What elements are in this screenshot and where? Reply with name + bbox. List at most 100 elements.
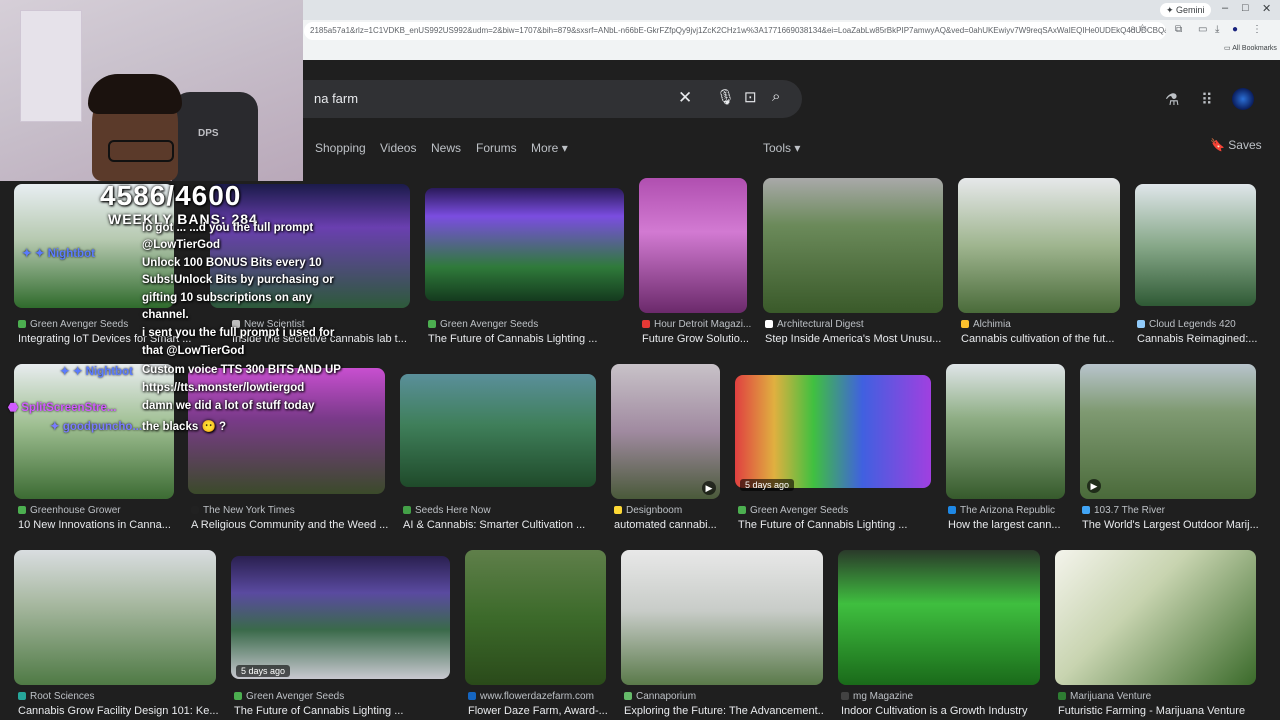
result-source[interactable]: Cannaporium xyxy=(624,691,696,702)
result-image[interactable] xyxy=(400,374,596,487)
result-title[interactable]: Flower Daze Farm, Award-... xyxy=(468,705,608,717)
source-favicon-icon xyxy=(18,320,26,328)
tab-shopping[interactable]: Shopping xyxy=(315,141,366,155)
result-title[interactable]: Exploring the Future: The Advancement... xyxy=(624,705,824,717)
saves-button[interactable]: 🔖 Saves xyxy=(1210,138,1262,152)
result-image[interactable] xyxy=(1055,550,1256,685)
result-image[interactable] xyxy=(958,178,1120,313)
chat-message: i sent you the full prompt i used for xyxy=(142,327,335,339)
result-image[interactable] xyxy=(838,550,1040,685)
chat-username: ✦ ✦ Nightbot xyxy=(60,366,133,378)
lens-icon[interactable]: ⊡ xyxy=(744,88,757,106)
download-icon[interactable]: ⤓ xyxy=(1215,24,1219,35)
tab-forums[interactable]: Forums xyxy=(476,141,517,155)
result-image[interactable] xyxy=(1080,364,1256,499)
menu-kebab-icon[interactable]: ⋮ xyxy=(1252,24,1262,35)
result-source[interactable]: mg Magazine xyxy=(841,691,913,702)
chat-message: Custom voice TTS 300 BITS AND UP xyxy=(142,364,341,376)
close-window-button[interactable]: ✕ xyxy=(1262,2,1271,15)
result-source[interactable]: Designboom xyxy=(614,505,682,516)
address-bar-icons[interactable]: ⌕ ☆ xyxy=(1130,23,1147,34)
extensions-icon[interactable]: ⧉ xyxy=(1175,24,1182,35)
labs-flask-icon[interactable]: ⚗ xyxy=(1165,90,1179,110)
chat-username: ✦ goodpuncho... xyxy=(50,421,143,433)
result-image[interactable] xyxy=(735,375,931,488)
result-source[interactable]: Seeds Here Now xyxy=(403,505,491,516)
tab-more[interactable]: More ▾ xyxy=(531,141,568,155)
result-source[interactable]: www.flowerdazefarm.com xyxy=(468,691,594,702)
result-source[interactable]: Alchimia xyxy=(961,319,1011,330)
search-query-text[interactable]: na farm xyxy=(314,91,358,106)
result-source[interactable]: The Arizona Republic xyxy=(948,505,1055,516)
chat-username-text: Nightbot xyxy=(47,248,95,260)
source-favicon-icon xyxy=(624,692,632,700)
tab-news[interactable]: News xyxy=(431,141,461,155)
result-image[interactable] xyxy=(639,178,747,313)
result-title[interactable]: Cannabis cultivation of the fut... xyxy=(961,333,1121,345)
result-title[interactable]: Future Grow Solutio... xyxy=(642,333,750,345)
apps-grid-icon[interactable]: ⠿ xyxy=(1201,90,1213,110)
all-bookmarks-link[interactable]: ▭ All Bookmarks xyxy=(1224,44,1277,52)
gemini-button[interactable]: ✦ Gemini xyxy=(1160,3,1211,17)
source-favicon-icon xyxy=(961,320,969,328)
source-favicon-icon xyxy=(765,320,773,328)
result-title[interactable]: A Religious Community and the Weed ... xyxy=(191,519,391,531)
result-title[interactable]: Cannabis Grow Facility Design 101: Ke... xyxy=(18,705,218,717)
result-title[interactable]: automated cannabi... xyxy=(614,519,722,531)
result-source[interactable]: Greenhouse Grower xyxy=(18,505,121,516)
result-source[interactable]: 103.7 The River xyxy=(1082,505,1165,516)
result-title[interactable]: The Future of Cannabis Lighting ... xyxy=(428,333,624,345)
result-title[interactable]: The Future of Cannabis Lighting ... xyxy=(234,705,452,717)
account-avatar[interactable] xyxy=(1232,88,1254,110)
result-title[interactable]: AI & Cannabis: Smarter Cultivation ... xyxy=(403,519,599,531)
webcam-overlay: DPS xyxy=(0,0,303,181)
result-title[interactable]: How the largest cann... xyxy=(948,519,1068,531)
result-image[interactable] xyxy=(231,556,450,679)
chevron-down-icon: ▾ xyxy=(561,141,568,155)
tools-button[interactable]: Tools ▾ xyxy=(763,141,800,155)
result-image[interactable] xyxy=(465,550,606,685)
source-favicon-icon xyxy=(738,506,746,514)
search-icon[interactable]: ⌕ xyxy=(772,88,780,105)
chat-username-text: Nightbot xyxy=(85,366,133,378)
minimize-button[interactable]: – xyxy=(1222,2,1228,14)
result-image[interactable] xyxy=(611,364,720,499)
result-source[interactable]: The New York Times xyxy=(191,505,295,516)
result-source[interactable]: Green Avenger Seeds xyxy=(18,319,128,330)
result-title[interactable]: The World's Largest Outdoor Marij... xyxy=(1082,519,1258,531)
chat-message: gifting 10 subscriptions on any xyxy=(142,292,312,304)
result-image[interactable] xyxy=(14,550,216,685)
chat-message: lo got ... ...d you the full prompt xyxy=(142,222,314,234)
saves-label: Saves xyxy=(1228,138,1262,152)
result-source[interactable]: Marijuana Venture xyxy=(1058,691,1151,702)
result-image[interactable] xyxy=(425,188,624,301)
microphone-icon[interactable]: 🎙 xyxy=(716,88,735,106)
tab-videos[interactable]: Videos xyxy=(380,141,416,155)
result-image[interactable] xyxy=(763,178,943,313)
result-image[interactable] xyxy=(946,364,1065,499)
result-source[interactable]: Green Avenger Seeds xyxy=(738,505,848,516)
result-source[interactable]: Green Avenger Seeds xyxy=(428,319,538,330)
result-image[interactable] xyxy=(621,550,823,685)
search-box[interactable]: na farm ✕ 🎙 ⊡ ⌕ xyxy=(230,80,802,118)
maximize-button[interactable]: □ xyxy=(1242,2,1249,14)
sidepanel-icon[interactable]: ▭ xyxy=(1198,24,1207,35)
clear-search-icon[interactable]: ✕ xyxy=(678,88,692,108)
result-title[interactable]: Indoor Cultivation is a Growth Industry xyxy=(841,705,1041,717)
result-title[interactable]: The Future of Cannabis Lighting ... xyxy=(738,519,934,531)
result-source[interactable]: Architectural Digest xyxy=(765,319,864,330)
result-title[interactable]: Cannabis Reimagined:... xyxy=(1137,333,1257,345)
profile-icon[interactable]: ● xyxy=(1232,24,1238,35)
result-source[interactable]: Root Sciences xyxy=(18,691,94,702)
result-title[interactable]: 10 New Innovations in Canna... xyxy=(18,519,178,531)
result-source[interactable]: Hour Detroit Magazi... xyxy=(642,319,751,330)
address-bar[interactable]: 2185a57a1&rlz=1C1VDKB_enUS992US992&udm=2… xyxy=(304,22,1166,40)
source-name: Alchimia xyxy=(973,319,1011,330)
source-name: Green Avenger Seeds xyxy=(440,319,539,330)
chat-message: that @LowTierGod xyxy=(142,345,245,357)
result-title[interactable]: Futuristic Farming - Marijuana Venture xyxy=(1058,705,1258,717)
result-source[interactable]: Green Avenger Seeds xyxy=(234,691,344,702)
result-title[interactable]: Step Inside America's Most Unusu... xyxy=(765,333,945,345)
result-image[interactable] xyxy=(1135,184,1256,306)
result-source[interactable]: Cloud Legends 420 xyxy=(1137,319,1236,330)
